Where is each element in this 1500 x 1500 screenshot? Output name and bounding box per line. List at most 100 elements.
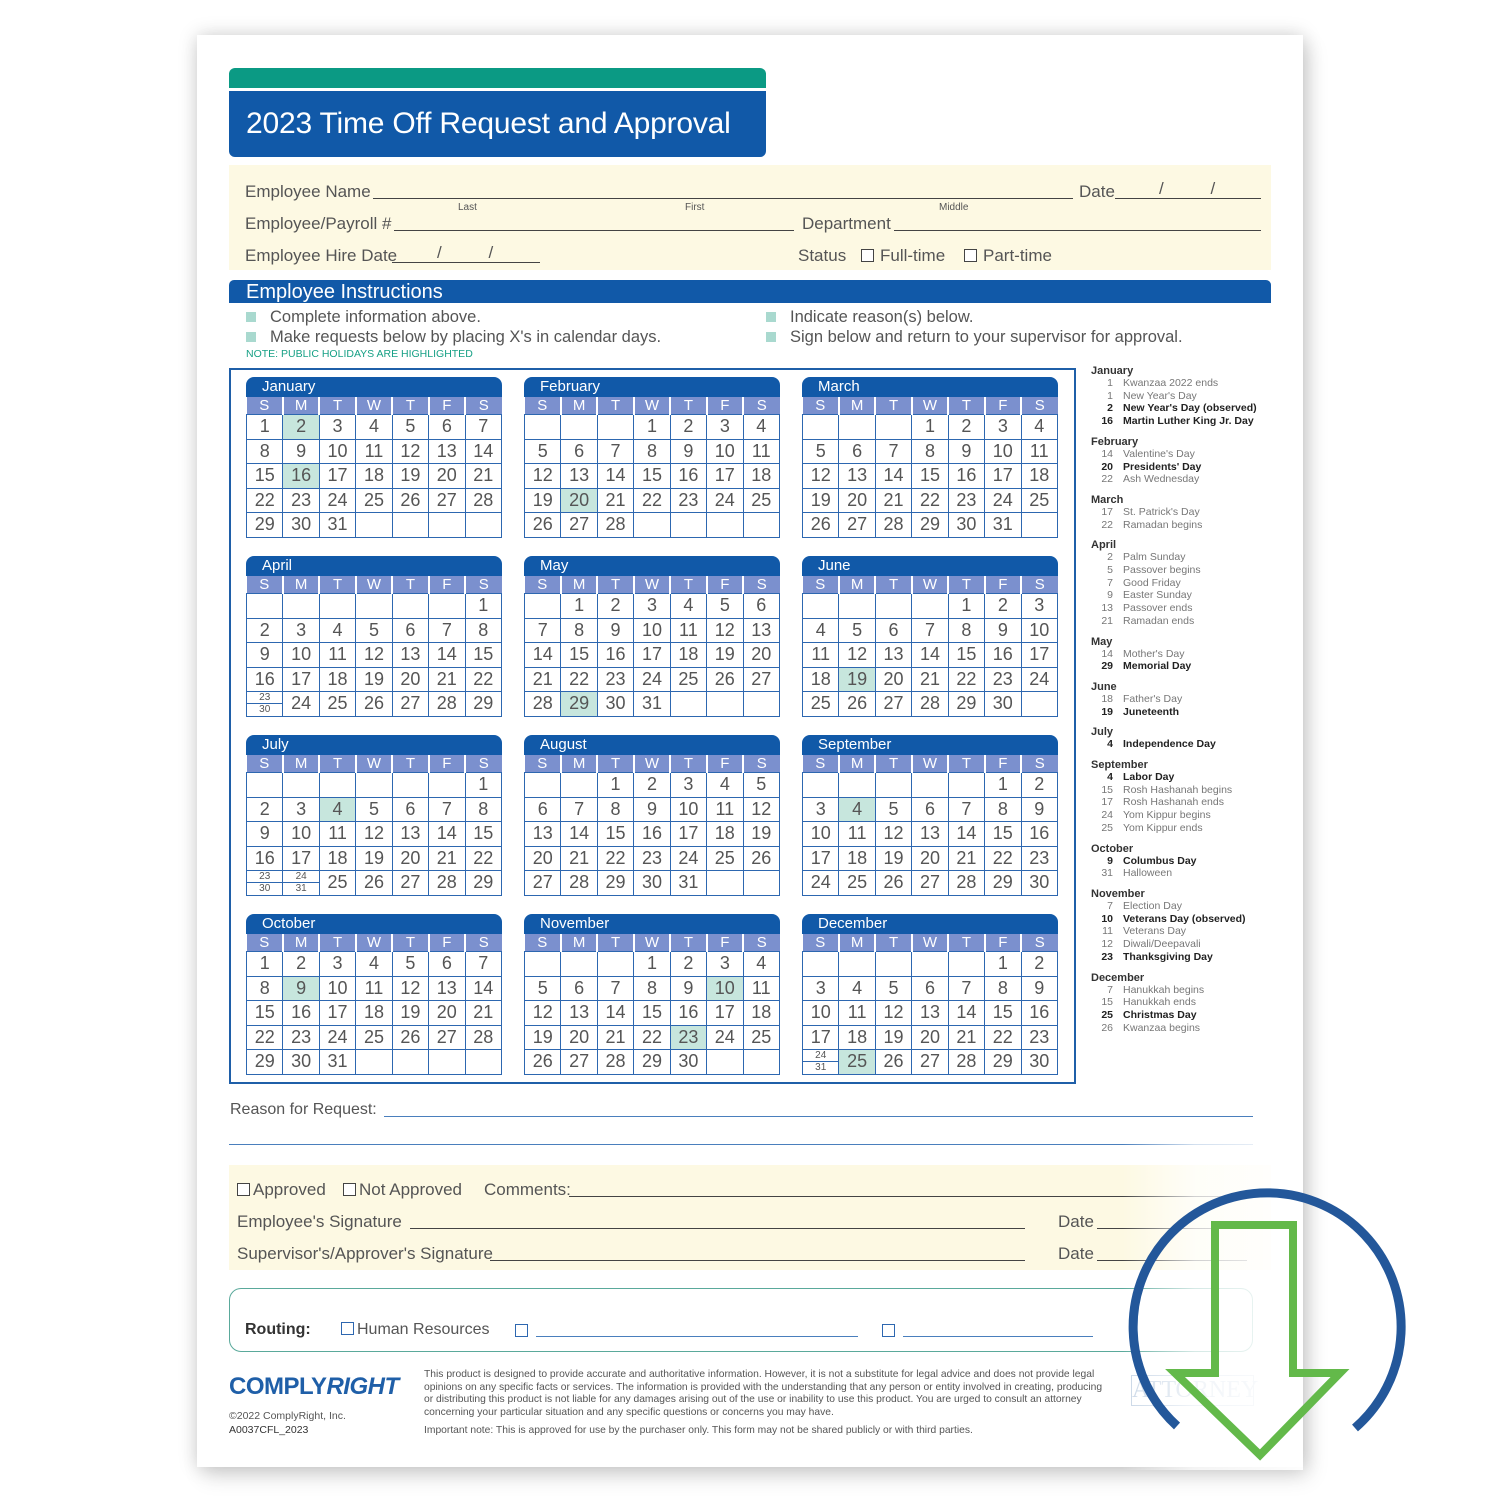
day-cell[interactable]: 3 (669, 772, 708, 798)
day-cell[interactable]: 7 (596, 975, 635, 1001)
part-time-checkbox[interactable] (964, 249, 977, 262)
day-cell[interactable]: 13 (523, 821, 562, 847)
day-cell[interactable]: 23 (1020, 845, 1059, 871)
approved-option[interactable]: Approved (237, 1180, 326, 1200)
day-cell[interactable]: 11 (838, 1000, 876, 1026)
day-cell[interactable]: 4 (318, 617, 357, 643)
day-cell[interactable]: 18 (742, 463, 781, 489)
day-cell[interactable]: 2 (669, 951, 708, 977)
employee-name-field[interactable] (373, 198, 1073, 199)
day-cell[interactable]: 1 (984, 951, 1022, 977)
day-cell[interactable]: 12 (391, 438, 430, 464)
routing-hr-option[interactable]: Human Resources (341, 1321, 490, 1339)
day-cell[interactable]: 3 (282, 796, 320, 822)
day-cell[interactable]: 15 (947, 642, 986, 668)
day-cell[interactable]: 10 (669, 796, 708, 822)
day-cell[interactable]: 18 (801, 666, 840, 692)
day-cell[interactable]: 25 (742, 487, 781, 513)
day-cell[interactable]: 30 (1020, 870, 1059, 896)
day-cell[interactable]: 6 (560, 975, 598, 1001)
day-cell[interactable]: 22 (947, 666, 986, 692)
day-cell[interactable]: 12 (874, 821, 913, 847)
day-cell[interactable]: 22 (560, 666, 598, 692)
day-cell[interactable]: 13 (874, 642, 913, 668)
day-cell[interactable]: 27 (911, 870, 949, 896)
day-cell[interactable]: 21 (947, 1024, 986, 1050)
day-cell[interactable]: 25 (355, 487, 393, 513)
day-cell[interactable]: 20 (428, 1000, 466, 1026)
day-cell[interactable]: 2 (245, 617, 284, 643)
day-cell[interactable]: 27 (838, 512, 876, 538)
day-cell[interactable]: 30 (947, 512, 986, 538)
day-cell[interactable]: 5 (874, 796, 913, 822)
day-cell[interactable]: 25 (838, 870, 876, 896)
day-cell[interactable]: 3 (318, 414, 357, 440)
part-time-option[interactable]: Part-time (964, 246, 1052, 266)
day-cell[interactable]: 26 (838, 691, 876, 717)
day-cell[interactable]: 8 (984, 975, 1022, 1001)
day-cell[interactable]: 16 (1020, 821, 1059, 847)
day-cell[interactable]: 21 (428, 845, 466, 871)
day-cell[interactable]: 18 (838, 845, 876, 871)
day-cell[interactable]: 12 (742, 796, 781, 822)
not-approved-option[interactable]: Not Approved (343, 1180, 462, 1200)
day-cell[interactable]: 6 (911, 796, 949, 822)
day-cell[interactable]: 24 (801, 870, 840, 896)
day-cell[interactable]: 5 (706, 593, 744, 619)
day-cell[interactable]: 17 (706, 463, 744, 489)
day-cell[interactable]: 1 (560, 593, 598, 619)
holiday-day-cell[interactable]: 20 (560, 487, 598, 513)
day-cell[interactable]: 31 (984, 512, 1022, 538)
day-cell[interactable]: 12 (838, 642, 876, 668)
day-cell[interactable]: 9 (245, 821, 284, 847)
split-day[interactable]: 30 (247, 704, 282, 715)
day-cell[interactable]: 7 (947, 975, 986, 1001)
day-cell[interactable]: 4 (838, 975, 876, 1001)
day-cell[interactable]: 5 (801, 438, 840, 464)
day-cell[interactable]: 10 (282, 642, 320, 668)
day-cell[interactable]: 22 (633, 487, 671, 513)
day-cell[interactable]: 1 (984, 772, 1022, 798)
day-cell[interactable]: 27 (560, 512, 598, 538)
day-cell[interactable]: 1 (596, 772, 635, 798)
day-cell[interactable]: 17 (984, 463, 1022, 489)
day-cell[interactable]: 7 (947, 796, 986, 822)
day-cell[interactable]: 27 (911, 1049, 949, 1075)
day-cell[interactable]: 15 (245, 1000, 284, 1026)
day-cell[interactable]: 17 (801, 1024, 840, 1050)
day-cell[interactable]: 6 (391, 796, 430, 822)
day-cell[interactable]: 8 (464, 617, 503, 643)
day-cell[interactable]: 26 (706, 666, 744, 692)
day-cell[interactable]: 13 (838, 463, 876, 489)
day-cell[interactable]: 1 (633, 414, 671, 440)
day-cell[interactable]: 19 (874, 1024, 913, 1050)
day-cell[interactable]: 20 (911, 845, 949, 871)
day-cell[interactable]: 12 (391, 975, 430, 1001)
day-cell[interactable]: 26 (874, 1049, 913, 1075)
day-cell[interactable]: 14 (560, 821, 598, 847)
day-cell[interactable]: 4 (706, 772, 744, 798)
day-cell[interactable]: 27 (428, 1024, 466, 1050)
day-cell[interactable]: 16 (596, 642, 635, 668)
day-cell[interactable]: 17 (633, 642, 671, 668)
day-cell[interactable]: 20 (838, 487, 876, 513)
day-cell[interactable]: 27 (391, 870, 430, 896)
day-cell[interactable]: 22 (984, 845, 1022, 871)
day-cell[interactable]: 25 (706, 845, 744, 871)
day-cell[interactable]: 5 (391, 951, 430, 977)
day-cell[interactable]: 23 (984, 666, 1022, 692)
day-cell[interactable]: 23 (282, 487, 320, 513)
day-cell[interactable]: 14 (947, 821, 986, 847)
day-cell[interactable]: 27 (742, 666, 781, 692)
day-cell[interactable]: 3 (706, 414, 744, 440)
day-cell[interactable]: 19 (391, 463, 430, 489)
routing-custom-checkbox-2[interactable] (882, 1324, 895, 1337)
day-cell[interactable]: 21 (428, 666, 466, 692)
full-time-checkbox[interactable] (861, 249, 874, 262)
day-cell[interactable]: 2 (1020, 951, 1059, 977)
day-cell[interactable]: 7 (464, 951, 503, 977)
split-day[interactable]: 31 (803, 1062, 838, 1073)
day-cell[interactable]: 26 (391, 487, 430, 513)
day-cell[interactable]: 21 (874, 487, 913, 513)
day-cell[interactable]: 8 (245, 438, 284, 464)
